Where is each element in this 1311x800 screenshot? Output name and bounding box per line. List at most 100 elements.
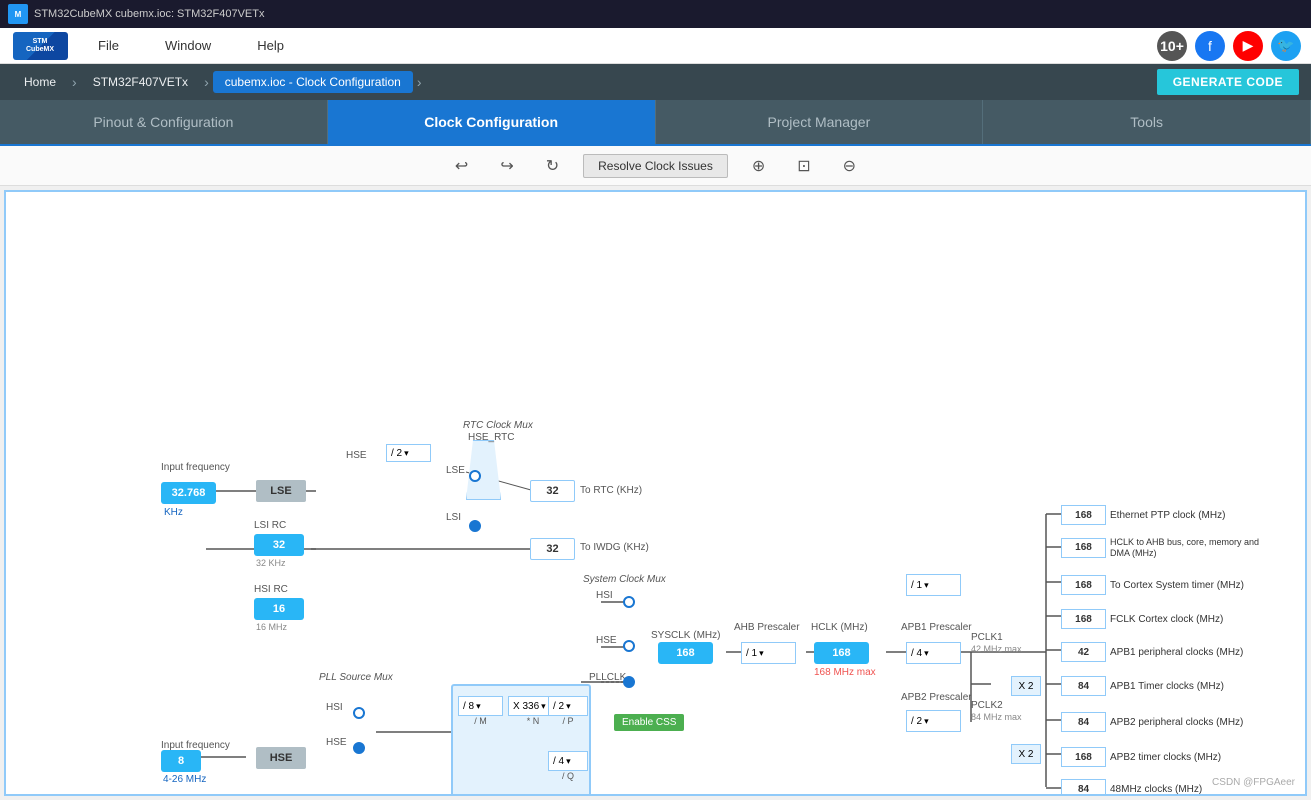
hse-block[interactable]: HSE — [256, 747, 306, 769]
apb2-timer-output-row: 168 APB2 timer clocks (MHz) — [1061, 747, 1221, 767]
hse-mux-label: HSE — [596, 635, 617, 646]
resolve-clock-button[interactable]: Resolve Clock Issues — [583, 154, 728, 178]
watermark: CSDN @FPGAeer — [1212, 777, 1295, 788]
to-iwdg-val: 32 — [530, 538, 575, 560]
apb2-x2-box: X 2 — [1011, 744, 1041, 764]
hse-value-box[interactable]: 8 — [161, 750, 201, 772]
generate-code-button[interactable]: GENERATE CODE — [1157, 69, 1299, 95]
enable-css-button[interactable]: Enable CSS — [614, 714, 684, 731]
lse-label-mux: LSE — [446, 465, 465, 476]
cortex-timer-div-select[interactable]: / 1 — [906, 574, 961, 596]
twitter-icon[interactable]: 🐦 — [1271, 31, 1301, 61]
fclk-val: 168 — [1061, 609, 1106, 629]
apb2-timer-label: APB2 timer clocks (MHz) — [1110, 752, 1221, 763]
ahb-div-select[interactable]: / 1 — [741, 642, 796, 664]
apb1-periph-val: 42 — [1061, 642, 1106, 662]
zoom-fit-button[interactable]: ⊡ — [789, 152, 818, 180]
pll-source-mux-label: PLL Source Mux — [319, 672, 393, 683]
redo-button[interactable]: ↪ — [492, 152, 521, 180]
hclk-bus-label: HCLK to AHB bus, core, memory and DMA (M… — [1110, 537, 1270, 559]
apb2-div-select[interactable]: / 2 — [906, 710, 961, 732]
eth-ptp-output-row: 168 Ethernet PTP clock (MHz) — [1061, 505, 1225, 525]
tab-project[interactable]: Project Manager — [656, 100, 984, 144]
bc-home[interactable]: Home — [12, 71, 68, 93]
tabs: Pinout & Configuration Clock Configurati… — [0, 100, 1311, 146]
hsi-unit-label: 16 MHz — [256, 622, 287, 632]
to-rtc-val: 32 — [530, 480, 575, 502]
sys-mux-label: System Clock Mux — [583, 574, 666, 585]
file-menu[interactable]: File — [90, 34, 127, 57]
sysclk-radio-hse[interactable] — [623, 640, 635, 652]
mhz48-output-row: 84 48MHz clocks (MHz) — [1061, 779, 1202, 796]
lse-unit-label: KHz — [164, 507, 183, 518]
lse-block[interactable]: LSE — [256, 480, 306, 502]
bc-board[interactable]: STM32F407VETx — [81, 71, 200, 93]
apb1-div-select[interactable]: / 4 — [906, 642, 961, 664]
pclk1-max-label: 42 MHz max — [971, 644, 1022, 654]
menu-items: File Window Help — [90, 34, 292, 57]
apb1-timer-output-row: 84 APB1 Timer clocks (MHz) — [1061, 676, 1224, 696]
badge-icon[interactable]: 10+ — [1157, 31, 1187, 61]
hsi-mux-label: HSI — [596, 590, 613, 601]
pll-hse-label: HSE — [326, 737, 347, 748]
hclk-bus-val: 168 — [1061, 538, 1106, 558]
refresh-button[interactable]: ↻ — [538, 152, 567, 180]
rtc-div-select[interactable]: / 2 — [386, 444, 431, 462]
apb1-periph-label: APB1 peripheral clocks (MHz) — [1110, 647, 1243, 658]
lsi-value-box[interactable]: 32 — [254, 534, 304, 556]
fclk-label: FCLK Cortex clock (MHz) — [1110, 614, 1223, 625]
hsi-rc-label: HSI RC — [254, 584, 288, 595]
help-menu[interactable]: Help — [249, 34, 292, 57]
rtc-radio-lsi[interactable] — [469, 520, 481, 532]
zoom-out-button[interactable]: ⊖ — [835, 152, 864, 180]
window-menu[interactable]: Window — [157, 34, 219, 57]
eth-ptp-label: Ethernet PTP clock (MHz) — [1110, 510, 1225, 521]
pll-q-select[interactable]: / 4 — [548, 751, 588, 771]
lse-value-box[interactable]: 32.768 — [161, 482, 216, 504]
cortex-timer-output-row: 168 To Cortex System timer (MHz) — [1061, 575, 1244, 595]
toolbar: ↩ ↪ ↻ Resolve Clock Issues ⊕ ⊡ ⊖ — [0, 146, 1311, 186]
pll-m-label: / M — [458, 716, 503, 726]
bc-file[interactable]: cubemx.ioc - Clock Configuration — [213, 71, 413, 93]
hsi-value-box[interactable]: 16 — [254, 598, 304, 620]
lsi-unit-label: 32 KHz — [256, 558, 286, 568]
clock-diagram-area: Input frequency 32.768 KHz LSE LSI RC 32… — [4, 190, 1307, 796]
breadcrumb: Home › STM32F407VETx › cubemx.ioc - Cloc… — [0, 64, 1311, 100]
sysclk-radio-pll[interactable] — [623, 676, 635, 688]
lsi-label-mux: LSI — [446, 512, 461, 523]
tab-clock[interactable]: Clock Configuration — [328, 100, 656, 144]
pclk1-label: PCLK1 — [971, 632, 1003, 643]
facebook-icon[interactable]: f — [1195, 31, 1225, 61]
pllclk-mux-label: PLLCLK — [589, 672, 626, 683]
pll-p-label: / P — [548, 716, 588, 726]
hclk-val[interactable]: 168 — [814, 642, 869, 664]
sysclk-label: SYSCLK (MHz) — [651, 630, 720, 641]
apb2-periph-output-row: 84 APB2 peripheral clocks (MHz) — [1061, 712, 1243, 732]
apb2-timer-val: 168 — [1061, 747, 1106, 767]
pll-radio-hse[interactable] — [353, 742, 365, 754]
pll-radio-hsi[interactable] — [353, 707, 365, 719]
tab-pinout[interactable]: Pinout & Configuration — [0, 100, 328, 144]
mhz48-val: 84 — [1061, 779, 1106, 796]
hclk-bus-output-row: 168 HCLK to AHB bus, core, memory and DM… — [1061, 537, 1270, 559]
ahb-prescaler-label: AHB Prescaler — [734, 622, 800, 633]
undo-button[interactable]: ↩ — [447, 152, 476, 180]
cortex-timer-val: 168 — [1061, 575, 1106, 595]
apb1-prescaler-label: APB1 Prescaler — [901, 622, 972, 633]
mhz48-label: 48MHz clocks (MHz) — [1110, 784, 1202, 795]
sysclk-radio-hsi[interactable] — [623, 596, 635, 608]
title-bar: M STM32CubeMX cubemx.ioc: STM32F407VETx — [0, 0, 1311, 28]
rtc-radio-lse[interactable] — [469, 470, 481, 482]
tab-tools[interactable]: Tools — [983, 100, 1311, 144]
lsi-rc-label: LSI RC — [254, 520, 286, 531]
app-title: STM32CubeMX cubemx.ioc: STM32F407VETx — [34, 8, 264, 20]
stm-logo-area: STMCubeMX — [0, 28, 80, 64]
sysclk-val[interactable]: 168 — [658, 642, 713, 664]
pll-p-select[interactable]: / 2 — [548, 696, 588, 716]
pll-m-select[interactable]: / 8 — [458, 696, 503, 716]
youtube-icon[interactable]: ▶ — [1233, 31, 1263, 61]
main-pll-box: / 8 / M X 336 * N / 2 / P / 4 / Q Main P… — [451, 684, 591, 796]
bc-arrow-1: › — [72, 74, 77, 90]
zoom-in-button[interactable]: ⊕ — [744, 152, 773, 180]
menu-bar: STMCubeMX File Window Help 10+ f ▶ 🐦 — [0, 28, 1311, 64]
